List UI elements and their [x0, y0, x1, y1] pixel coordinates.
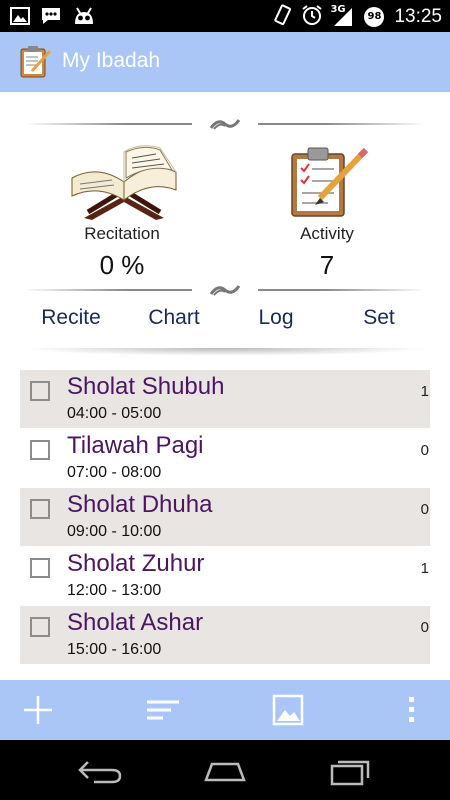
list-item[interactable]: Tilawah Pagi 07:00 - 08:00 0	[20, 429, 430, 488]
image-icon[interactable]	[268, 692, 308, 728]
item-time: 12:00 - 13:00	[67, 582, 162, 599]
nav-row: Recite Chart Log Set	[20, 306, 430, 338]
chart-button[interactable]: Chart	[124, 306, 224, 330]
item-time: 07:00 - 08:00	[67, 464, 162, 481]
recents-icon[interactable]	[326, 756, 376, 786]
clock: 13:25	[394, 6, 442, 27]
battery-icon: 98	[363, 6, 385, 28]
item-title: Tilawah Pagi	[67, 432, 204, 459]
list-item[interactable]: Sholat Zuhur 12:00 - 13:00 1	[20, 547, 430, 606]
back-icon[interactable]	[76, 756, 126, 786]
item-count: 1	[420, 560, 429, 577]
list-item[interactable]: Sholat Dhuha 09:00 - 10:00 0	[20, 488, 430, 547]
item-time: 09:00 - 10:00	[67, 523, 162, 540]
item-title: Sholat Shubuh	[67, 373, 225, 400]
log-button[interactable]: Log	[226, 306, 326, 330]
item-count: 0	[420, 442, 429, 459]
item-count: 1	[420, 383, 429, 400]
activity-value: 7	[319, 250, 335, 280]
middle-divider-right	[258, 289, 426, 291]
nav-shadow	[20, 348, 430, 356]
done-checkbox[interactable]	[30, 617, 50, 637]
top-divider-right	[258, 123, 426, 125]
system-nav-bar	[0, 740, 450, 800]
action-bar: My Ibadah	[0, 32, 450, 92]
app-title: My Ibadah	[62, 49, 161, 72]
overflow-menu-icon[interactable]	[392, 692, 432, 728]
signal-icon: 3G	[330, 4, 354, 28]
add-icon[interactable]	[18, 692, 58, 728]
activity-label: Activity	[300, 224, 354, 243]
recitation-value: 0 %	[99, 250, 145, 280]
item-time: 04:00 - 05:00	[67, 405, 162, 422]
status-bar: 3G 98 13:25	[0, 0, 450, 32]
done-checkbox[interactable]	[30, 499, 50, 519]
battery-level: 98	[367, 11, 382, 22]
item-count: 0	[420, 501, 429, 518]
list-item[interactable]: Sholat Ashar 15:00 - 16:00 0	[20, 606, 430, 665]
item-title: Sholat Ashar	[67, 609, 204, 636]
recite-button[interactable]: Recite	[21, 306, 121, 330]
item-title: Sholat Zuhur	[67, 550, 205, 577]
chat-icon	[40, 6, 62, 30]
ibadah-list: Sholat Shubuh 04:00 - 05:00 1 Tilawah Pa…	[20, 370, 430, 665]
set-button[interactable]: Set	[329, 306, 429, 330]
alarm-icon	[301, 4, 323, 30]
item-title: Sholat Dhuha	[67, 491, 213, 518]
done-checkbox[interactable]	[30, 558, 50, 578]
image-icon	[10, 6, 30, 30]
done-checkbox[interactable]	[30, 440, 50, 460]
android-icon	[72, 6, 96, 30]
top-divider-left	[24, 123, 192, 125]
sort-icon[interactable]	[143, 692, 183, 728]
middle-divider-left	[24, 289, 192, 291]
clipboard-app-icon[interactable]	[18, 43, 52, 79]
home-icon[interactable]	[200, 756, 250, 786]
quran-book-icon[interactable]	[64, 138, 184, 222]
done-checkbox[interactable]	[30, 381, 50, 401]
item-count: 0	[420, 619, 429, 636]
ornament-icon	[208, 282, 242, 298]
network-type: 3G	[330, 4, 346, 15]
recitation-label: Recitation	[84, 224, 160, 243]
rotate-icon	[272, 4, 292, 30]
list-item[interactable]: Sholat Shubuh 04:00 - 05:00 1	[20, 370, 430, 429]
ornament-icon	[208, 116, 242, 132]
item-time: 15:00 - 16:00	[67, 641, 162, 658]
bottom-toolbar	[0, 680, 450, 740]
activity-clipboard-icon[interactable]	[284, 142, 370, 220]
